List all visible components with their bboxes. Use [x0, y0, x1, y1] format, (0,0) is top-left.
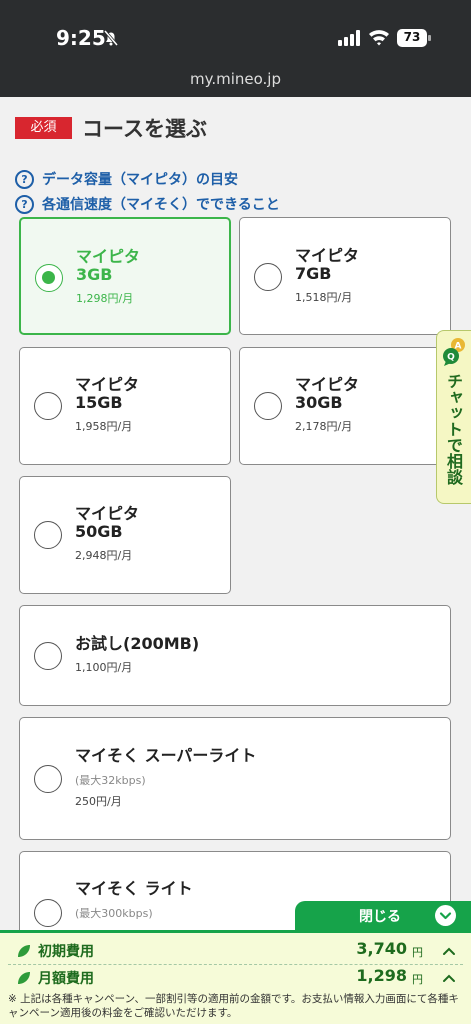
monthly-cost-label: 月額費用: [38, 971, 94, 987]
plan-size: 15GB: [75, 393, 123, 412]
plan-option-mypita-50gb[interactable]: マイピタ 50GB 2,948円/月: [19, 476, 231, 594]
plan-name: マイピタ: [295, 246, 360, 265]
required-badge: 必須: [15, 117, 72, 139]
chevron-up-icon[interactable]: [442, 945, 456, 957]
help-link-label: 各通信速度（マイそく）でできること: [42, 197, 280, 213]
battery-level: 73: [403, 30, 421, 44]
radio-button[interactable]: [254, 263, 282, 291]
initial-cost-value: 3,740: [356, 939, 407, 958]
question-icon: ?: [15, 169, 34, 189]
bell-muted-icon: [103, 30, 119, 46]
help-link-label: データ容量（マイピタ）の目安: [42, 172, 238, 188]
plan-price: 2,948円/月: [75, 549, 133, 562]
plan-price: 1,958円/月: [75, 420, 133, 433]
plan-size: 30GB: [295, 393, 343, 412]
plan-name: マイそく スーパーライト: [75, 746, 257, 765]
monthly-cost-row[interactable]: 月額費用 1,298 円: [0, 966, 471, 990]
help-link-speed[interactable]: ? 各通信速度（マイそく）でできること: [15, 194, 280, 214]
divider: [8, 964, 463, 965]
plan-option-mypita-30gb[interactable]: マイピタ 30GB 2,178円/月: [239, 347, 451, 465]
radio-button[interactable]: [34, 765, 62, 793]
plan-name: マイピタ: [75, 504, 140, 523]
initial-cost-row[interactable]: 初期費用 3,740 円: [0, 939, 471, 963]
leaf-icon: [18, 945, 30, 957]
chevron-up-icon[interactable]: [442, 972, 456, 984]
question-icon: ?: [15, 194, 34, 214]
battery-icon: 73: [397, 29, 431, 47]
yen-unit: 円: [412, 973, 423, 986]
yen-unit: 円: [412, 946, 423, 959]
plan-name: お試し(200MB): [75, 634, 200, 653]
plan-option-mypita-15gb[interactable]: マイピタ 15GB 1,958円/月: [19, 347, 231, 465]
chat-qa-icon: A Q: [443, 338, 465, 366]
plan-option-trial[interactable]: お試し(200MB) 1,100円/月: [19, 605, 451, 706]
plan-speed-note: (最大300kbps): [75, 907, 153, 920]
plan-name: マイピタ: [75, 375, 140, 394]
close-label: 閉じる: [359, 909, 401, 925]
url-text: my.mineo.jp: [189, 70, 281, 88]
plan-price: 1,518円/月: [295, 291, 353, 304]
plan-option-mypita-3gb[interactable]: マイピタ 3GB 1,298円/月: [19, 217, 231, 335]
plan-size: 7GB: [295, 264, 332, 283]
chat-tab-label: チャットで相談: [444, 373, 463, 485]
radio-button[interactable]: [34, 521, 62, 549]
plan-name: マイそく ライト: [75, 879, 193, 898]
radio-button[interactable]: [34, 392, 62, 420]
radio-button[interactable]: [35, 264, 63, 292]
radio-button[interactable]: [34, 899, 62, 927]
monthly-cost-value: 1,298: [356, 966, 407, 985]
status-bar: 9:25 73: [0, 0, 471, 70]
close-summary-button[interactable]: 閉じる: [295, 901, 471, 930]
initial-cost-label: 初期費用: [38, 944, 94, 960]
leaf-icon: [18, 972, 30, 984]
wifi-icon: [369, 30, 389, 46]
page-title: コースを選ぶ: [82, 117, 207, 141]
plan-price: 2,178円/月: [295, 420, 353, 433]
plan-size: 50GB: [75, 522, 123, 541]
plan-size: 3GB: [76, 265, 113, 284]
plan-price: 250円/月: [75, 795, 122, 808]
help-link-data-capacity[interactable]: ? データ容量（マイピタ）の目安: [15, 169, 238, 189]
radio-button[interactable]: [34, 642, 62, 670]
address-bar[interactable]: my.mineo.jp: [0, 70, 471, 97]
radio-button[interactable]: [254, 392, 282, 420]
plan-option-mysoku-superlight[interactable]: マイそく スーパーライト (最大32kbps) 250円/月: [19, 717, 451, 840]
cost-summary-panel: 初期費用 3,740 円 月額費用 1,298 円 ※ 上記は各種キャンペーン、…: [0, 930, 471, 1024]
chevron-down-icon: [435, 905, 456, 926]
plan-speed-note: (最大32kbps): [75, 774, 146, 787]
plan-option-mypita-7gb[interactable]: マイピタ 7GB 1,518円/月: [239, 217, 451, 335]
plan-price: 1,100円/月: [75, 661, 133, 674]
status-time: 9:25: [56, 26, 106, 50]
price-disclaimer: ※ 上記は各種キャンペーン、一部割引等の適用前の金額です。お支払い情報入力画面に…: [8, 993, 459, 1019]
plan-name: マイピタ: [295, 375, 360, 394]
plan-price: 1,298円/月: [76, 292, 134, 305]
svg-text:Q: Q: [447, 353, 455, 363]
plan-name: マイピタ: [76, 247, 141, 266]
chat-consult-tab[interactable]: A Q チャットで相談: [436, 330, 471, 504]
cell-signal-icon: [338, 30, 360, 46]
